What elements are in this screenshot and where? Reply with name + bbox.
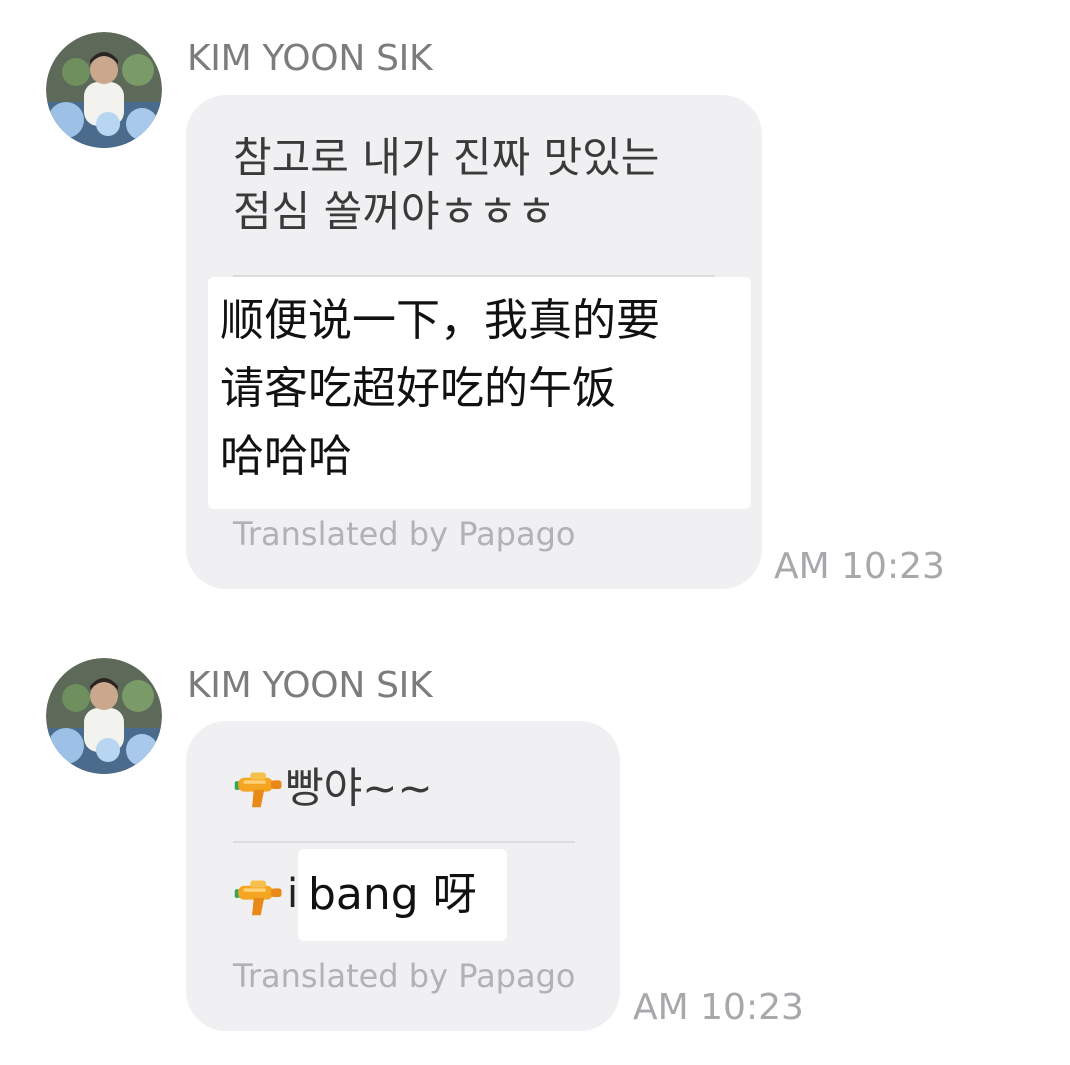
original-message-text: 빵야~~ [285, 763, 433, 813]
message-bubble[interactable]: 참고로 내가 진짜 맛있는 점심 쏠꺼야ㅎㅎㅎ 顺便说一下，我真的要 请客吃超好… [186, 95, 762, 589]
message-timestamp: AM 10:23 [633, 987, 804, 1028]
sender-avatar[interactable] [46, 32, 162, 148]
sender-name: KIM YOON SIK [187, 38, 433, 79]
translated-message: 顺便说一下，我真的要 请客吃超好吃的午饭 哈哈哈 [208, 277, 751, 509]
translation-divider [233, 841, 575, 843]
translated-message: bang 呀 [298, 849, 507, 941]
sender-avatar[interactable] [46, 658, 162, 774]
translation-credit: Translated by Papago [233, 515, 576, 553]
translation-credit: Translated by Papago [233, 957, 576, 995]
sender-name: KIM YOON SIK [187, 665, 433, 706]
translated-message-text: 顺便说一下，我真的要 请客吃超好吃的午饭 哈哈哈 [220, 295, 660, 482]
original-message-line: 빵야~~ [233, 759, 433, 816]
translated-message-text: bang 呀 [308, 869, 477, 920]
message-timestamp: AM 10:23 [774, 546, 945, 587]
original-message-text: 참고로 내가 진짜 맛있는 점심 쏠꺼야ㅎㅎㅎ [233, 133, 660, 236]
message-bubble[interactable]: 빵야~~ i bang 呀 Translated by Papago [186, 721, 620, 1031]
translated-prefix: i [287, 871, 299, 917]
water-gun-icon [233, 767, 285, 811]
water-gun-icon [233, 875, 285, 919]
